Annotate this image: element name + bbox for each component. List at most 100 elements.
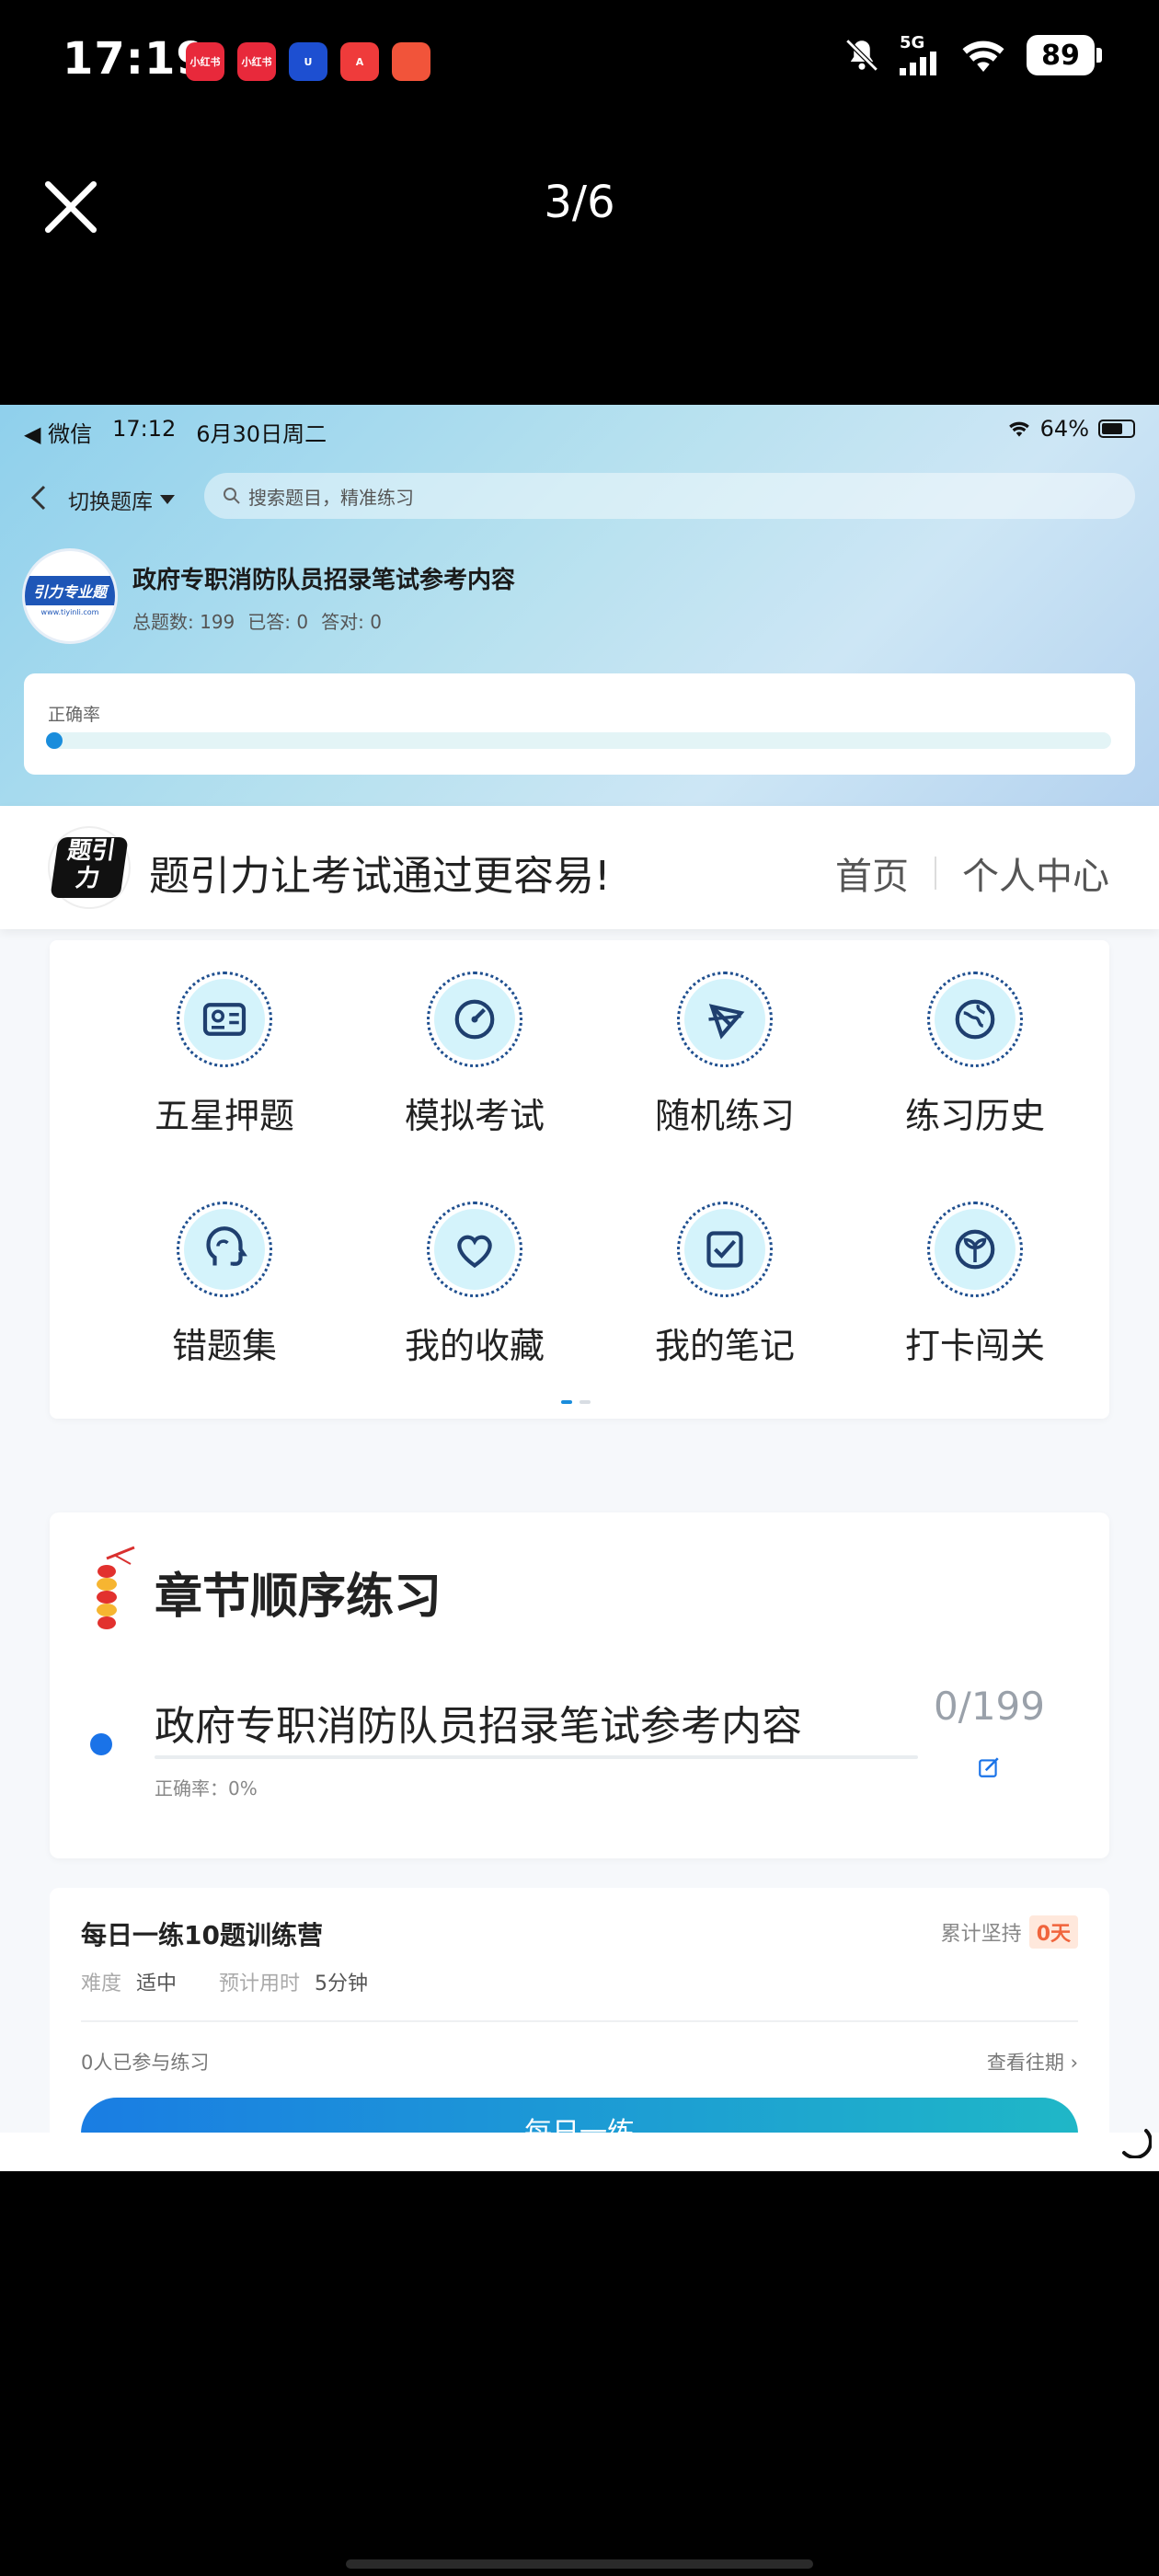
xiaohongshu-app-icon-2: 小红书: [237, 42, 276, 81]
daily-practice-card: 每日一练10题训练营 累计坚持 0天 难度 适中 预计用时 5分钟 0人已参与练…: [50, 1888, 1109, 2171]
function-label: 练习历史: [904, 1096, 1045, 1136]
function-label: 随机练习: [654, 1096, 795, 1136]
function-label: 打卡闯关: [904, 1326, 1045, 1366]
loading-spinner-icon: [1122, 2129, 1152, 2158]
chapter-item-count: 0/199: [933, 1684, 1045, 1729]
function-item[interactable]: 我的笔记: [633, 1202, 817, 1368]
daily-title: 每日一练10题训练营: [81, 1920, 323, 1950]
u-app-icon: U: [289, 42, 327, 81]
function-label: 五星押题: [154, 1096, 294, 1136]
inner-status-bar: ◀ 微信 17:12 6月30日周二: [24, 416, 327, 448]
brand-nav: 首页 个人中心: [835, 846, 1109, 900]
back-arrow-icon[interactable]: [28, 484, 50, 512]
page-indicator: [561, 1400, 591, 1404]
head-icon: [177, 1202, 272, 1297]
os-status-right: 5G 89: [843, 35, 1102, 75]
chapter-header: 章节顺序练习: [86, 1546, 442, 1638]
inner-date: 6月30日周二: [196, 421, 327, 447]
function-label: 我的收藏: [404, 1326, 545, 1366]
chapter-practice-card: 章节顺序练习 政府专职消防队员招录笔试参考内容 正确率：0% 0/199: [50, 1512, 1109, 1858]
inner-time: 17:12: [112, 416, 177, 442]
function-item[interactable]: 模拟考试: [383, 972, 567, 1138]
screenshot-image: ◀ 微信 17:12 6月30日周二 64% 切换题库 搜索题目，精准练习 引力…: [0, 405, 1159, 2171]
inner-wifi-icon: [1008, 421, 1029, 437]
search-icon: [224, 488, 240, 504]
signal-icon: 5G: [900, 35, 940, 75]
streak-label: 累计坚持: [940, 1923, 1022, 1946]
search-input[interactable]: 搜索题目，精准练习: [204, 473, 1135, 519]
search-placeholder: 搜索题目，精准练习: [248, 486, 414, 509]
function-item[interactable]: 错题集: [132, 1202, 316, 1368]
header-gradient: ◀ 微信 17:12 6月30日周二 64% 切换题库 搜索题目，精准练习 引力…: [0, 405, 1159, 806]
edit-icon[interactable]: [977, 1755, 1001, 1779]
function-item[interactable]: 打卡闯关: [883, 1202, 1067, 1368]
time-label: 预计用时: [219, 1972, 301, 1995]
nav-profile-link[interactable]: 个人中心: [962, 846, 1109, 900]
a-app-icon: A: [340, 42, 379, 81]
mute-bell-icon: [845, 39, 878, 72]
chapter-item-name[interactable]: 政府专职消防队员招录笔试参考内容: [155, 1693, 802, 1752]
question-bank-info: 引力专业题 www.tiyinli.com 政府专职消防队员招录笔试参考内容 总…: [22, 548, 1144, 650]
chapter-item-dot: [90, 1733, 112, 1755]
accuracy-progress-bar: [46, 732, 1111, 749]
firecracker-icon: [97, 1546, 135, 1629]
bank-title: 政府专职消防队员招录笔试参考内容: [132, 567, 516, 594]
function-item[interactable]: 五星押题: [132, 972, 316, 1138]
chapter-item-accuracy: 正确率：0%: [155, 1777, 258, 1800]
function-grid: 五星押题 模拟考试 随机练习 练习历史错题集 我的收藏 我的笔记 打卡闯关: [50, 940, 1109, 1419]
function-item[interactable]: 我的收藏: [383, 1202, 567, 1368]
screenshot-footer: [0, 2133, 1159, 2171]
total-count: 总题数: 199: [132, 611, 235, 633]
brand-bar: 题引力 题引力让考试通过更容易! 首页 个人中心: [0, 806, 1159, 929]
nav-home-link[interactable]: 首页: [835, 846, 909, 900]
daily-meta: 难度 适中 预计用时 5分钟: [81, 1967, 368, 1996]
home-indicator[interactable]: [346, 2559, 813, 2569]
red-app-icon: [392, 42, 430, 81]
accuracy-progress-fill: [46, 732, 63, 749]
function-label: 我的笔记: [654, 1326, 795, 1366]
shuffle-icon: [677, 972, 773, 1067]
switch-bank-label: 切换题库: [68, 490, 153, 514]
chapter-title: 章节顺序练习: [155, 1569, 442, 1625]
heart-icon: [427, 1202, 522, 1297]
network-type: 5G: [900, 33, 925, 52]
function-item[interactable]: 随机练习: [633, 972, 817, 1138]
time-value: 5分钟: [315, 1972, 369, 1995]
difficulty-value: 适中: [136, 1972, 178, 1995]
page-dot: [580, 1400, 591, 1404]
image-counter: 3/6: [544, 177, 615, 228]
sprout-icon: [927, 1202, 1023, 1297]
function-item[interactable]: 练习历史: [883, 972, 1067, 1138]
inner-battery-icon: [1098, 420, 1135, 438]
inner-status-right: 64%: [1007, 416, 1135, 442]
accuracy-label: 正确率: [48, 705, 101, 725]
bank-logo-text: 引力专业题: [25, 576, 115, 605]
view-history-link[interactable]: 查看往期 ›: [987, 2048, 1078, 2076]
globe-icon: [927, 972, 1023, 1067]
daily-divider: [81, 2020, 1078, 2022]
inner-back-app: ◀ 微信: [24, 421, 93, 447]
inner-battery-text: 64%: [1039, 416, 1089, 442]
answered-count: 已答: 0: [247, 611, 309, 633]
os-status-bar: 17:19 小红书 小红书 U A 5G 89: [0, 0, 1159, 120]
switch-bank-button[interactable]: 切换题库: [68, 484, 175, 515]
top-nav: 切换题库 搜索题目，精准练习: [0, 466, 1159, 530]
streak-badge: 0天: [1028, 1915, 1078, 1949]
nav-divider: [935, 857, 936, 890]
xiaohongshu-app-icon: 小红书: [186, 42, 224, 81]
accuracy-card: 正确率: [24, 673, 1135, 775]
brand-slogan: 题引力让考试通过更容易!: [149, 853, 611, 900]
battery-indicator: 89: [1027, 35, 1102, 75]
bank-stats: 总题数: 199 已答: 0 答对: 0: [132, 607, 382, 634]
bank-logo: 引力专业题 www.tiyinli.com: [22, 548, 118, 644]
difficulty-label: 难度: [81, 1972, 122, 1995]
brand-logo-text: 题引力: [50, 837, 129, 898]
daily-streak: 累计坚持 0天: [941, 1915, 1078, 1949]
notification-app-icons: 小红书 小红书 U A: [186, 42, 430, 81]
brand-logo[interactable]: 题引力: [48, 826, 131, 909]
function-label: 模拟考试: [404, 1096, 545, 1136]
chapter-item-progress: [155, 1755, 918, 1759]
function-label: 错题集: [171, 1326, 277, 1366]
note-check-icon: [677, 1202, 773, 1297]
correct-count: 答对: 0: [321, 611, 382, 633]
